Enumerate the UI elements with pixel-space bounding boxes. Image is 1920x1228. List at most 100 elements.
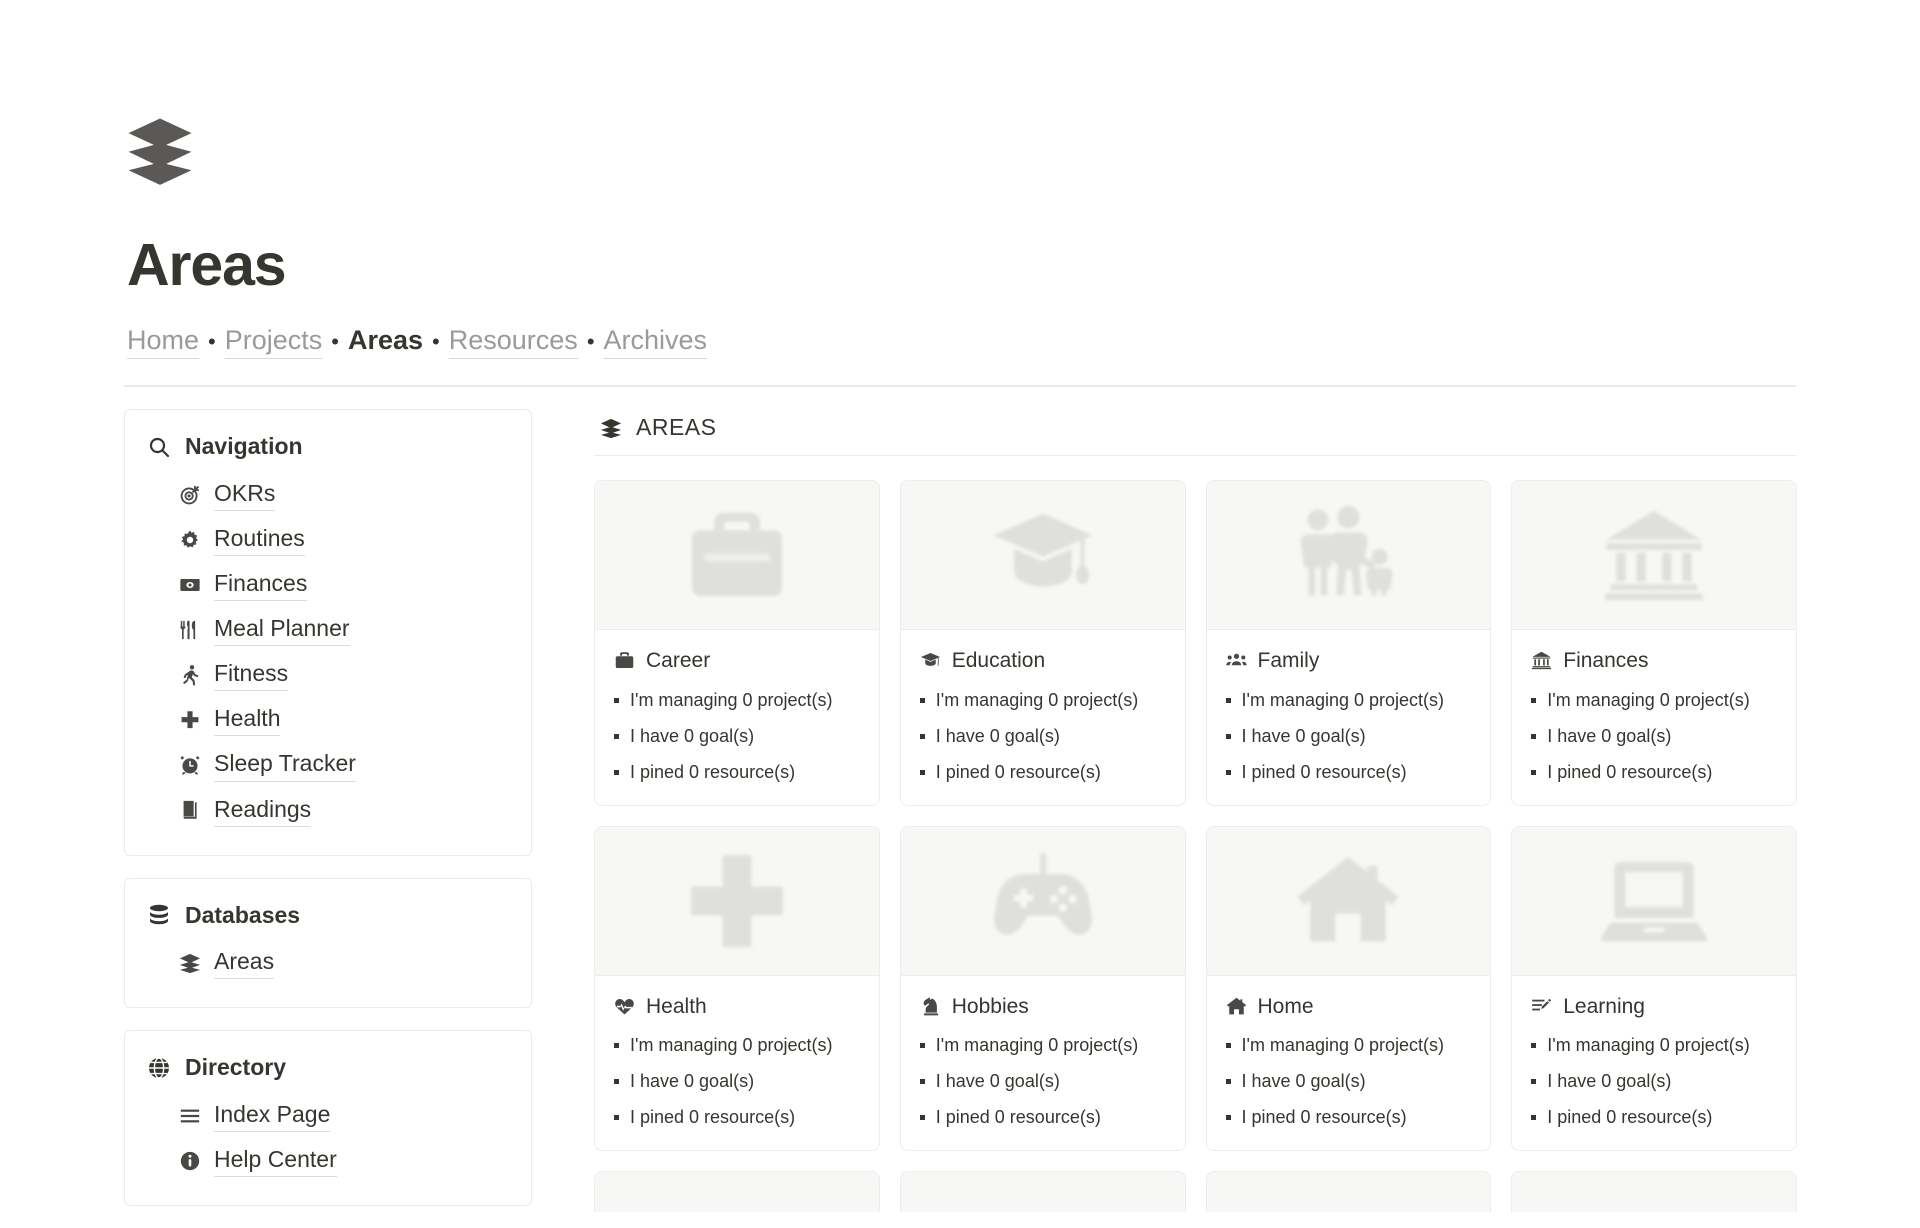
sidebar-item-index-page[interactable]: Index Page xyxy=(143,1093,509,1138)
breadcrumb: Home • Projects • Areas • Resources • Ar… xyxy=(127,324,1920,360)
areas-section-header: AREAS xyxy=(594,409,1797,455)
book-icon xyxy=(179,799,201,821)
card-title-row: Hobbies xyxy=(920,993,1166,1020)
search-icon xyxy=(147,435,171,459)
area-card-family[interactable]: Family I'm managing 0 project(s) I have … xyxy=(1205,480,1492,806)
medical-cross-icon xyxy=(690,854,783,947)
card-title-label: Finances xyxy=(1563,649,1649,673)
sidebar-item-help-center[interactable]: Help Center xyxy=(143,1138,509,1183)
sidebar-databases-items: Areas xyxy=(143,940,509,985)
area-card-career[interactable]: Career I'm managing 0 project(s) I have … xyxy=(594,480,880,806)
layers-icon xyxy=(179,952,201,974)
card-body: Family I'm managing 0 project(s) I have … xyxy=(1207,630,1491,805)
info-circle-icon xyxy=(179,1150,201,1172)
sidebar-item-meal-planner[interactable]: Meal Planner xyxy=(143,607,509,652)
card-bullet: I have 0 goal(s) xyxy=(919,723,1166,749)
card-bullet: I pined 0 resource(s) xyxy=(919,1104,1166,1130)
layers-icon xyxy=(124,0,196,188)
breadcrumb-item-home[interactable]: Home xyxy=(127,324,200,360)
card-cover xyxy=(1206,826,1491,976)
breadcrumb-separator: • xyxy=(586,328,595,354)
card-title-row: Family xyxy=(1225,647,1472,674)
area-card-health[interactable]: Health I'm managing 0 project(s) I have … xyxy=(594,825,880,1152)
sidebar: Navigation OKRs Routines Finances Meal P… xyxy=(124,409,532,1228)
sidebar-item-okrs[interactable]: OKRs xyxy=(143,472,509,517)
utensils-icon xyxy=(179,619,201,641)
card-bullet-list: I'm managing 0 project(s) I have 0 goal(… xyxy=(1225,1032,1472,1130)
briefcase-icon xyxy=(691,512,782,597)
page-header: Areas Home • Projects • Areas • Resource… xyxy=(0,0,1920,360)
card-title-label: Learning xyxy=(1563,994,1645,1018)
running-icon xyxy=(179,664,201,686)
area-card-partial[interactable] xyxy=(594,1171,880,1213)
area-card-partial[interactable] xyxy=(1511,1171,1797,1213)
sidebar-item-label: Routines xyxy=(214,523,305,557)
sidebar-panel-title: Directory xyxy=(185,1054,286,1081)
area-card-hobbies[interactable]: Hobbies I'm managing 0 project(s) I have… xyxy=(899,825,1186,1152)
area-card-partial[interactable] xyxy=(1205,1171,1492,1213)
card-body: Hobbies I'm managing 0 project(s) I have… xyxy=(901,976,1185,1151)
breadcrumb-item-areas[interactable]: Areas xyxy=(348,324,423,358)
card-bullet: I'm managing 0 project(s) xyxy=(919,687,1166,713)
sidebar-item-health[interactable]: Health xyxy=(143,697,509,742)
sidebar-panel-navigation-header: Navigation xyxy=(143,432,509,462)
sidebar-panel-databases: Databases Areas xyxy=(124,877,532,1009)
sidebar-panel-directory-header: Directory xyxy=(143,1053,509,1083)
card-bullet-list: I'm managing 0 project(s) I have 0 goal(… xyxy=(1531,1032,1777,1130)
area-card-partial[interactable] xyxy=(899,1171,1186,1213)
card-bullet: I pined 0 resource(s) xyxy=(614,759,860,785)
area-card-education[interactable]: Education I'm managing 0 project(s) I ha… xyxy=(899,480,1186,806)
card-bullet: I have 0 goal(s) xyxy=(919,1068,1166,1094)
house-icon xyxy=(1297,856,1399,942)
card-cover xyxy=(1512,826,1796,976)
gear-icon xyxy=(179,529,201,551)
card-bullet-list: I'm managing 0 project(s) I have 0 goal(… xyxy=(614,687,860,785)
main-content: AREAS Career I'm managing 0 project(s) I… xyxy=(594,409,1797,1213)
area-card-finances[interactable]: Finances I'm managing 0 project(s) I hav… xyxy=(1511,480,1797,806)
sidebar-item-finances[interactable]: Finances xyxy=(143,562,509,607)
card-title-label: Health xyxy=(646,994,707,1018)
card-bullet: I pined 0 resource(s) xyxy=(919,759,1166,785)
card-title-row: Finances xyxy=(1531,647,1777,674)
sidebar-navigation-items: OKRs Routines Finances Meal Planner Fitn… xyxy=(143,472,509,832)
card-title-row: Health xyxy=(614,993,860,1020)
card-bullet-list: I'm managing 0 project(s) I have 0 goal(… xyxy=(1225,687,1472,785)
sidebar-item-fitness[interactable]: Fitness xyxy=(143,652,509,697)
card-bullet: I have 0 goal(s) xyxy=(1225,1068,1472,1094)
sidebar-item-sleep-tracker[interactable]: Sleep Tracker xyxy=(143,742,509,787)
sidebar-item-routines[interactable]: Routines xyxy=(143,517,509,562)
sidebar-item-label: Fitness xyxy=(214,658,289,692)
card-cover xyxy=(900,481,1185,631)
sidebar-item-label: Index Page xyxy=(214,1099,331,1133)
sidebar-panel-directory: Directory Index Page Help Center xyxy=(124,1030,532,1207)
sidebar-item-areas[interactable]: Areas xyxy=(143,940,509,985)
sidebar-item-readings[interactable]: Readings xyxy=(143,788,509,833)
sidebar-item-label: Areas xyxy=(214,946,275,980)
breadcrumb-item-resources[interactable]: Resources xyxy=(448,324,578,360)
sidebar-item-label: Health xyxy=(214,703,281,737)
graduation-cap-icon xyxy=(920,650,941,671)
card-bullet: I have 0 goal(s) xyxy=(1531,1068,1777,1094)
card-bullet: I'm managing 0 project(s) xyxy=(1531,1032,1777,1058)
sidebar-directory-items: Index Page Help Center xyxy=(143,1093,509,1183)
area-card-learning[interactable]: Learning I'm managing 0 project(s) I hav… xyxy=(1511,825,1797,1152)
note-edit-icon xyxy=(1531,996,1552,1017)
breadcrumb-separator: • xyxy=(331,328,339,354)
breadcrumb-item-archives[interactable]: Archives xyxy=(603,324,708,360)
body-columns: Navigation OKRs Routines Finances Meal P… xyxy=(0,387,1920,1228)
sidebar-panel-databases-header: Databases xyxy=(143,901,509,931)
breadcrumb-item-projects[interactable]: Projects xyxy=(224,324,323,360)
card-bullet: I have 0 goal(s) xyxy=(614,1068,860,1094)
breadcrumb-separator: • xyxy=(208,328,216,354)
card-body: Home I'm managing 0 project(s) I have 0 … xyxy=(1207,976,1491,1151)
graduation-cap-icon xyxy=(993,513,1093,587)
family-icon xyxy=(1301,506,1393,596)
card-title-label: Family xyxy=(1257,649,1320,673)
card-cover xyxy=(595,826,879,976)
card-title-row: Career xyxy=(614,647,860,674)
globe-icon xyxy=(147,1056,171,1080)
alarm-clock-icon xyxy=(179,754,201,776)
area-card-home[interactable]: Home I'm managing 0 project(s) I have 0 … xyxy=(1205,825,1492,1152)
briefcase-icon xyxy=(614,650,635,671)
card-title-row: Home xyxy=(1226,993,1472,1020)
